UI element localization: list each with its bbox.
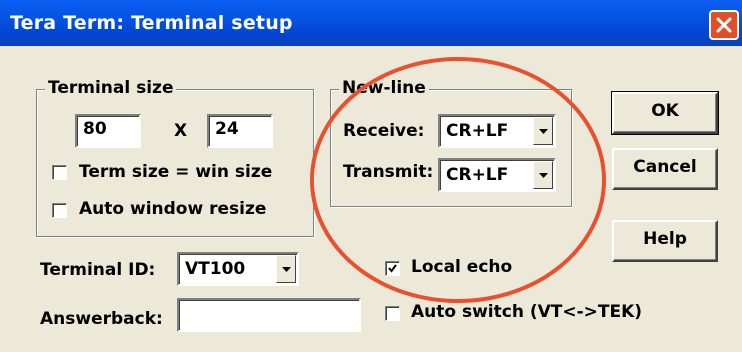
annotation-circle — [310, 57, 606, 303]
